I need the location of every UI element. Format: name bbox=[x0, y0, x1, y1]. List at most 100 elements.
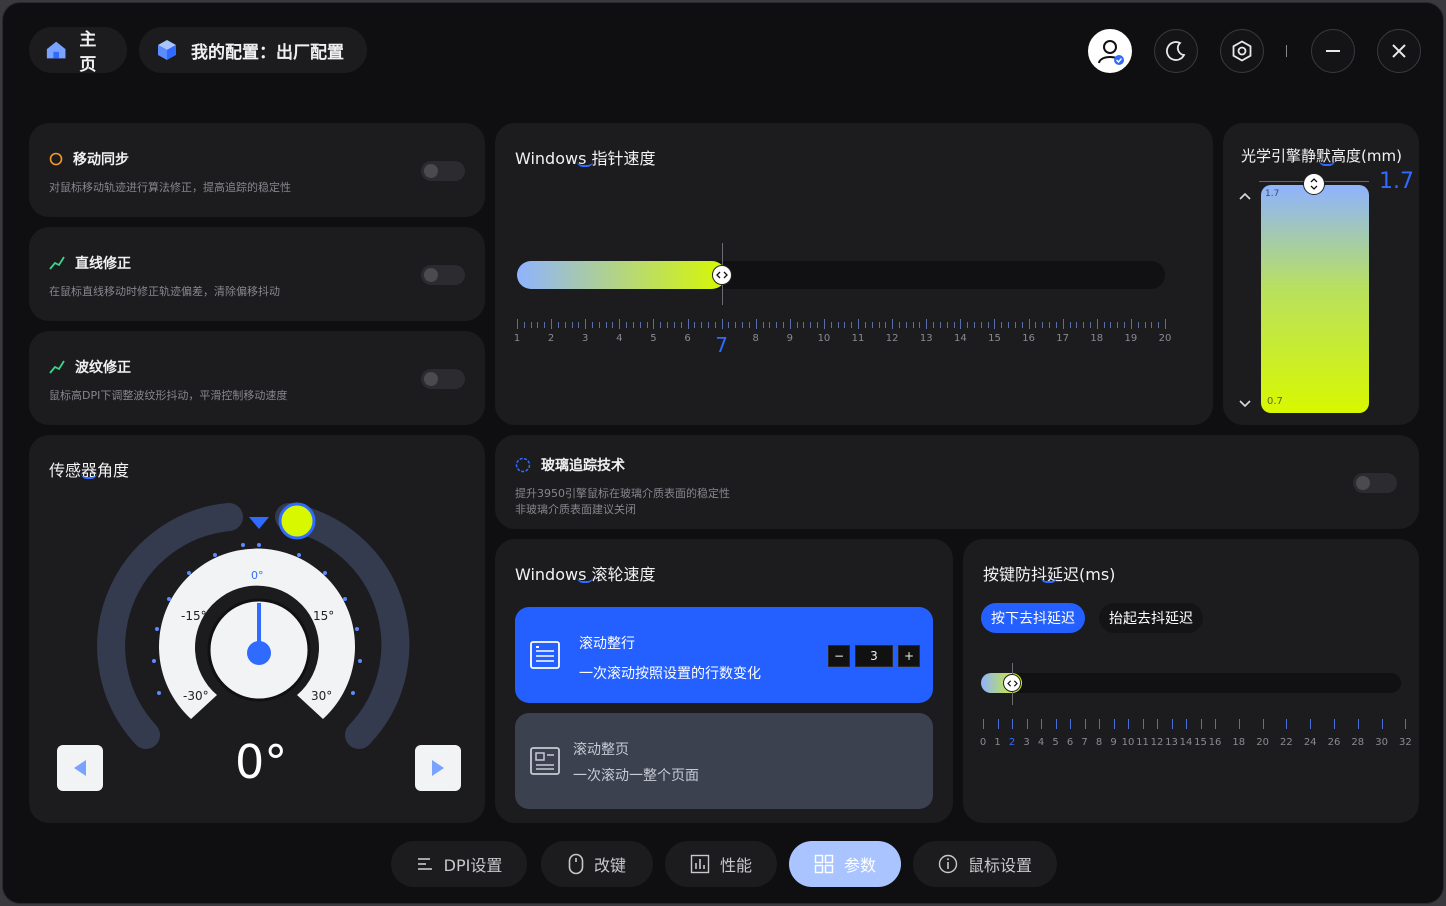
scale-tick bbox=[987, 322, 989, 328]
glass-title: 玻璃追踪技术 bbox=[541, 458, 625, 474]
scale-tick bbox=[626, 322, 628, 328]
tab-performance[interactable]: 性能 bbox=[665, 841, 777, 887]
scale-tick bbox=[1144, 322, 1146, 328]
scroll-line-title: 滚动整行 bbox=[579, 636, 635, 652]
scale-tick bbox=[707, 322, 709, 328]
pointer-speed-track[interactable] bbox=[517, 261, 1165, 289]
scale-tick bbox=[769, 322, 771, 328]
scale-tick bbox=[1171, 719, 1173, 729]
ripple-control-toggle[interactable] bbox=[421, 369, 465, 389]
drag-arrows-icon bbox=[715, 271, 728, 279]
tab-remap[interactable]: 改键 bbox=[541, 841, 653, 887]
scale-tick bbox=[537, 322, 539, 328]
scale-tick bbox=[1124, 322, 1126, 328]
scroll-line-desc: 一次滚动按照设置的行数变化 bbox=[579, 666, 761, 682]
scale-label: 7 bbox=[715, 333, 728, 357]
scale-tick bbox=[1026, 719, 1028, 729]
scale-tick bbox=[1158, 322, 1160, 328]
scale-tick bbox=[1405, 719, 1407, 729]
tab-mouse-settings[interactable]: 鼠标设置 bbox=[913, 841, 1057, 887]
scale-label: 15 bbox=[988, 333, 1001, 344]
angle-snap-toggle[interactable] bbox=[421, 265, 465, 285]
lod-bar[interactable]: 1.7 0.7 bbox=[1261, 185, 1369, 413]
feature-title: 移动同步 bbox=[73, 152, 129, 168]
scale-tick bbox=[837, 322, 839, 328]
tab-dpi[interactable]: DPI设置 bbox=[391, 841, 527, 887]
scroll-by-line-option[interactable]: 滚动整行 一次滚动按照设置的行数变化 − 3 + bbox=[515, 607, 933, 703]
hexagon-settings-icon bbox=[1232, 40, 1252, 62]
scale-tick bbox=[1113, 719, 1115, 729]
scale-tick bbox=[1055, 719, 1057, 729]
scale-label: 7 bbox=[1081, 737, 1088, 748]
scale-tick bbox=[783, 322, 785, 328]
scale-tick bbox=[755, 319, 757, 329]
angle-mark-neg30: -30° bbox=[183, 689, 209, 703]
angle-increase-button[interactable] bbox=[415, 745, 461, 791]
debounce-handle[interactable] bbox=[1003, 674, 1021, 692]
scroll-speed-card: Windows 滚轮速度 滚动整行 一次滚动按照设置的行数变化 − 3 + 滚动… bbox=[495, 539, 953, 823]
scale-tick bbox=[946, 322, 948, 328]
mouse-icon bbox=[568, 853, 584, 875]
lod-up-button[interactable] bbox=[1237, 187, 1253, 206]
scale-tick bbox=[517, 319, 518, 329]
tab-release-debounce[interactable]: 抬起去抖延迟 bbox=[1099, 603, 1203, 633]
minimize-button[interactable] bbox=[1311, 29, 1355, 73]
scale-tick bbox=[905, 322, 907, 328]
scale-tick bbox=[1334, 719, 1335, 729]
theme-toggle-button[interactable] bbox=[1154, 29, 1198, 73]
scale-tick bbox=[1117, 322, 1119, 328]
feature-card-ripple-control: 波纹修正 鼠标高DPI下调整波纹形抖动，平滑控制移动速度 bbox=[29, 331, 485, 425]
avatar-button[interactable] bbox=[1088, 29, 1132, 73]
scale-tick bbox=[1099, 719, 1100, 729]
debounce-track[interactable] bbox=[981, 673, 1401, 693]
feature-title: 直线修正 bbox=[75, 256, 131, 272]
scale-label: 14 bbox=[953, 333, 967, 344]
scale-label: 0 bbox=[979, 737, 987, 748]
scale-label: 20 bbox=[1158, 333, 1172, 344]
scale-label: 32 bbox=[1399, 737, 1412, 748]
app-window: 主页 我的配置：出厂配置 移动同步 对鼠标移动轨迹进行算法修正，提高追踪的稳定性… bbox=[2, 2, 1444, 904]
header-divider bbox=[1286, 45, 1287, 57]
moon-icon bbox=[1166, 41, 1186, 61]
scale-label: 6 bbox=[1066, 737, 1074, 748]
scale-tick bbox=[735, 322, 737, 328]
sensor-angle-card: 传感器角度 0° -15° 15° -30° 30° 0° bbox=[29, 435, 485, 823]
tab-parameters[interactable]: 参数 bbox=[789, 841, 901, 887]
scale-label: 16 bbox=[1208, 737, 1222, 748]
scale-label: 26 bbox=[1327, 737, 1341, 748]
scale-tick bbox=[530, 322, 532, 328]
tab-performance-label: 性能 bbox=[719, 856, 752, 875]
pointer-speed-handle[interactable] bbox=[711, 265, 732, 285]
lod-handle[interactable] bbox=[1303, 173, 1325, 195]
scale-tick bbox=[667, 322, 669, 328]
cube-icon bbox=[158, 40, 176, 60]
angle-decrease-button[interactable] bbox=[57, 745, 103, 791]
scale-tick bbox=[980, 322, 982, 328]
config-selector[interactable]: 我的配置：出厂配置 bbox=[139, 27, 367, 73]
scale-label: 9 bbox=[786, 333, 794, 344]
scroll-lines-increment[interactable]: + bbox=[898, 645, 920, 667]
scroll-lines-value[interactable]: 3 bbox=[855, 645, 893, 667]
scale-tick bbox=[851, 322, 853, 328]
scale-label: 9 bbox=[1110, 737, 1117, 748]
tab-dpi-label: DPI设置 bbox=[443, 856, 503, 875]
close-button[interactable] bbox=[1377, 29, 1421, 73]
lod-down-button[interactable] bbox=[1237, 395, 1253, 414]
scale-label: 3 bbox=[582, 333, 589, 344]
scale-label: 19 bbox=[1124, 333, 1138, 344]
scroll-lines-decrement[interactable]: − bbox=[828, 645, 850, 667]
scroll-by-page-option[interactable]: 滚动整页 一次滚动一整个页面 bbox=[515, 713, 933, 809]
scale-tick bbox=[762, 322, 764, 328]
motion-sync-toggle[interactable] bbox=[421, 161, 465, 181]
scale-tick bbox=[1110, 322, 1112, 328]
scale-tick bbox=[953, 322, 955, 328]
scroll-page-title: 滚动整页 bbox=[573, 742, 629, 758]
scale-tick bbox=[810, 322, 812, 328]
glass-tracking-toggle[interactable] bbox=[1353, 473, 1397, 493]
home-button[interactable]: 主页 bbox=[29, 27, 127, 75]
tab-press-debounce[interactable]: 按下去抖延迟 bbox=[981, 603, 1085, 633]
scale-tick bbox=[1012, 719, 1013, 729]
scale-tick bbox=[817, 322, 819, 328]
scale-tick bbox=[939, 322, 941, 328]
settings-button[interactable] bbox=[1220, 29, 1264, 73]
